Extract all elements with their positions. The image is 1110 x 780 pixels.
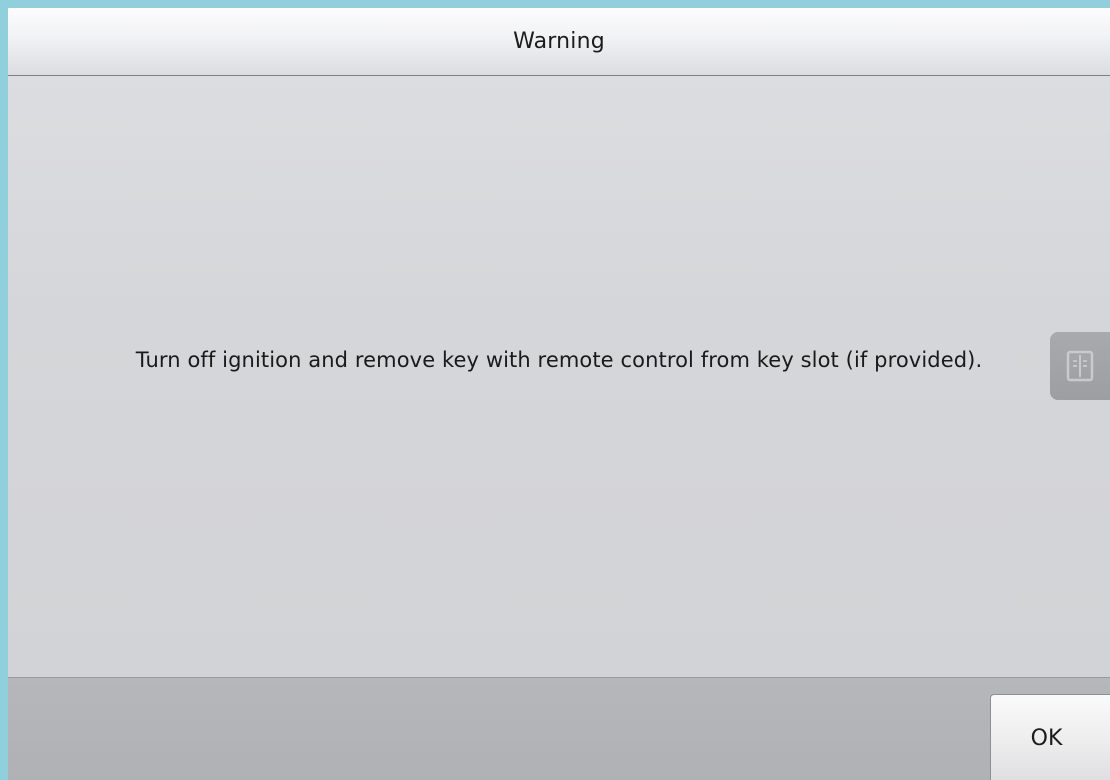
screen: Warning Turn off ignition and remove key…	[0, 0, 1110, 780]
dialog-title: Warning	[513, 29, 605, 54]
side-panel-handle[interactable]	[1050, 332, 1110, 400]
book-icon	[1066, 350, 1094, 382]
ok-button[interactable]: OK	[990, 694, 1110, 780]
warning-dialog: Warning Turn off ignition and remove key…	[8, 8, 1110, 780]
dialog-title-bar: Warning	[8, 8, 1110, 76]
dialog-content: Turn off ignition and remove key with re…	[8, 76, 1110, 676]
dialog-message: Turn off ignition and remove key with re…	[135, 348, 983, 372]
ok-button-label: OK	[1030, 725, 1063, 751]
dialog-footer: OK	[8, 677, 1110, 780]
